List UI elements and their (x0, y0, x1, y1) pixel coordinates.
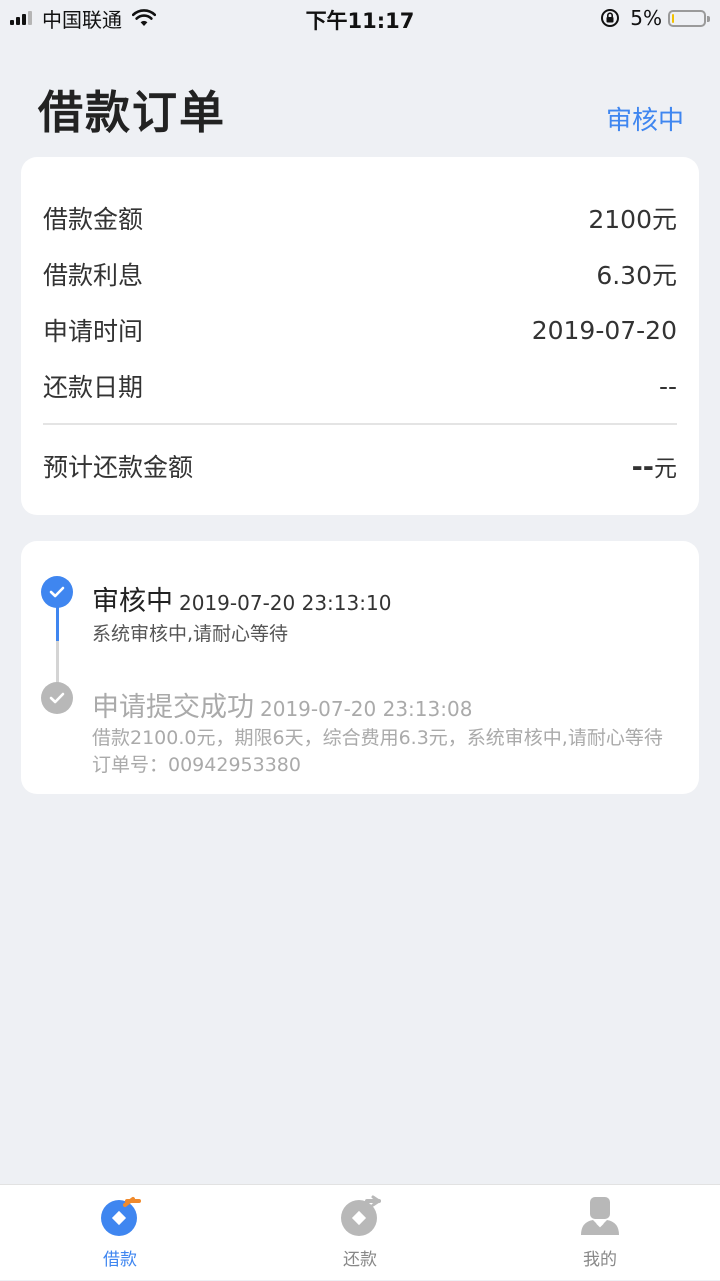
expected-repay-label: 预计还款金额 (43, 453, 194, 482)
expected-repay-row: 预计还款金额 --元 (43, 448, 677, 484)
tab-profile-label: 我的 (583, 1250, 617, 1270)
repay-icon (341, 1195, 381, 1236)
apply-time-value: 2019-07-20 (531, 315, 677, 345)
order-status-label: 审核中 (605, 106, 684, 136)
timeline-connector (56, 641, 59, 684)
page-title: 借款订单 (38, 86, 227, 139)
timeline-node-submitted (41, 682, 73, 714)
timeline-step-description: 系统审核中,请耐心等待 (92, 623, 289, 645)
order-timeline-card: 审核中 2019-07-20 23:13:10 系统审核中,请耐心等待 申请提交成… (21, 541, 699, 794)
timeline-step-timestamp: 2019-07-20 23:13:10 (179, 591, 392, 615)
loan-icon (101, 1197, 141, 1236)
loan-amount-row: 借款金额 2100元 (43, 200, 677, 236)
expected-repay-value-group: --元 (632, 449, 677, 483)
check-icon (49, 586, 65, 598)
loan-amount-label: 借款金额 (43, 205, 144, 234)
expected-repay-value: -- (631, 452, 654, 483)
loan-summary-card: 借款金额 2100元 借款利息 6.30元 申请时间 2019-07-20 还款… (21, 157, 699, 515)
timeline-step-description: 借款2100.0元，期限6天，综合费用6.3元，系统审核中,请耐心等待 订单号：… (92, 727, 663, 776)
loan-interest-value: 6.30元 (596, 261, 677, 290)
loan-interest-label: 借款利息 (43, 261, 144, 290)
timeline-step-title: 审核中 (92, 586, 173, 617)
profile-icon (581, 1197, 619, 1235)
expected-repay-unit: 元 (654, 456, 677, 482)
tab-loan-label: 借款 (103, 1250, 137, 1270)
timeline-step-title: 申请提交成功 (92, 692, 254, 723)
check-icon (49, 692, 65, 704)
repay-date-label: 还款日期 (43, 373, 144, 402)
tab-profile[interactable]: 我的 (480, 1185, 720, 1281)
rotation-lock-icon (601, 9, 620, 27)
timeline-connector-active (56, 607, 59, 641)
tab-loan[interactable]: 借款 (0, 1185, 240, 1281)
timeline-step-timestamp: 2019-07-20 23:13:08 (260, 697, 473, 721)
loan-interest-row: 借款利息 6.30元 (43, 256, 677, 292)
tab-repay[interactable]: 还款 (240, 1185, 480, 1281)
timeline-node-reviewing (41, 576, 73, 608)
battery-level (672, 13, 674, 23)
summary-divider (43, 423, 677, 425)
repay-date-row: 还款日期 -- (43, 368, 677, 404)
battery-percent: 5% (630, 6, 662, 30)
battery-icon (668, 9, 710, 27)
status-bar: 中国联通 下午11:17 5% (0, 0, 720, 36)
apply-time-row: 申请时间 2019-07-20 (43, 312, 677, 348)
tab-repay-label: 还款 (343, 1250, 377, 1270)
repay-date-value: -- (658, 371, 677, 401)
loan-amount-value: 2100元 (588, 205, 677, 234)
bottom-tab-bar: 借款 还款 我的 (0, 1184, 720, 1280)
timeline-title-reviewing: 审核中 2019-07-20 23:13:10 (92, 579, 391, 618)
timeline-title-submitted: 申请提交成功 2019-07-20 23:13:08 (92, 685, 472, 724)
apply-time-label: 申请时间 (43, 317, 144, 346)
